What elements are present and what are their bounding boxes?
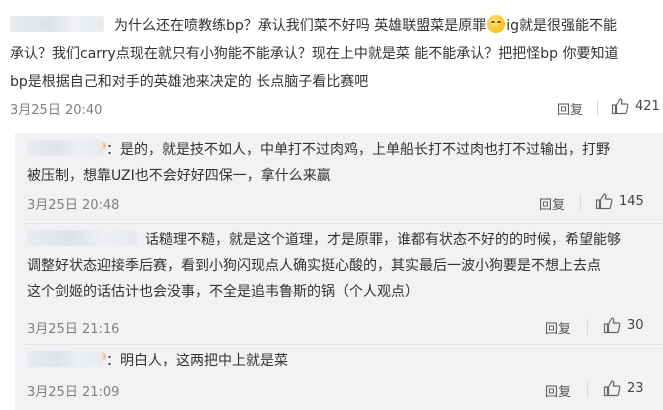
thumbs-up-icon bbox=[603, 380, 621, 397]
reply-line2: 调整好状态迎接季后赛，看到小狗闪现点人确实挺心酸的，其实最后一波小狗要是不想上去… bbox=[27, 258, 601, 274]
replies-section: ：是的，就是技不如人，中单打不过肉鸡，上单船长打不过肉也打不过输出，打野 被压制… bbox=[15, 133, 663, 410]
main-comment: 为什么还在喷教练bp？承认我们菜不好吗 英雄联盟菜是原罪 ig就是很强能不能 承认… bbox=[0, 0, 663, 126]
main-text-line1b: ig就是很强能不能 bbox=[506, 18, 618, 34]
reply-button[interactable]: 回复 bbox=[545, 318, 571, 337]
divider bbox=[580, 195, 581, 211]
main-text-line3: bp是根据自己和对手的英雄池来决定的 长点脑子看比赛吧 bbox=[10, 74, 369, 90]
reply-meta-row: 3月25日 21:09 回复 23 bbox=[15, 378, 663, 402]
comment-date: 3月25日 20:40 bbox=[10, 103, 103, 118]
thumbs-up-icon bbox=[595, 193, 613, 210]
main-text-line1: 为什么还在喷教练bp？承认我们菜不好吗 英雄联盟菜是原罪 bbox=[114, 18, 487, 34]
blurred-username[interactable] bbox=[27, 351, 103, 367]
thumbs-up-icon bbox=[603, 317, 621, 334]
smile-emoji-icon bbox=[487, 15, 506, 33]
main-comment-text: 为什么还在喷教练bp？承认我们菜不好吗 英雄联盟菜是原罪 ig就是很强能不能 承认… bbox=[10, 12, 658, 96]
reply-text: ：明白人，这两把中上就是菜 bbox=[27, 348, 657, 374]
reply-line3: 这个剑姬的话估计也会没事，不全是追韦鲁斯的锅（个人观点） bbox=[27, 284, 419, 300]
reply-text: ：是的，就是技不如人，中单打不过肉鸡，上单船长打不过肉也打不过输出，打野 被压制… bbox=[27, 137, 657, 189]
like-count: 30 bbox=[627, 317, 644, 333]
reply-meta-row: 3月25日 20:48 回复 145 bbox=[15, 191, 663, 215]
like-button[interactable]: 145 bbox=[595, 192, 644, 210]
blurred-username[interactable] bbox=[10, 16, 104, 32]
thumbs-up-icon bbox=[611, 98, 629, 115]
like-button[interactable]: 30 bbox=[603, 316, 644, 334]
main-meta-row: 3月25日 20:40 回复 421 bbox=[0, 96, 663, 120]
reply-divider bbox=[25, 223, 663, 224]
reply-button[interactable]: 回复 bbox=[539, 194, 565, 213]
reply-line2: 被压制，想靠UZI也不会好好四保一，拿什么来赢 bbox=[27, 168, 331, 184]
reply-meta-row: 3月25日 21:16 回复 30 bbox=[15, 315, 663, 339]
reply-text: 话糙理不糙，就是这个道理，才是原罪，谁都有状态不好的的时候，希望能够 调整好状态… bbox=[27, 227, 657, 305]
like-button[interactable]: 421 bbox=[611, 97, 660, 115]
reply-line1: 话糙理不糙，就是这个道理，才是原罪，谁都有状态不好的的时候，希望能够 bbox=[145, 232, 621, 248]
like-count: 23 bbox=[627, 380, 644, 396]
blurred-username[interactable] bbox=[27, 230, 137, 246]
like-button[interactable]: 23 bbox=[603, 379, 644, 397]
reply-line1: ：是的，就是技不如人，中单打不过肉鸡，上单船长打不过肉也打不过输出，打野 bbox=[106, 142, 610, 158]
reply-date: 3月25日 21:09 bbox=[27, 385, 120, 400]
like-count: 421 bbox=[635, 98, 660, 114]
divider bbox=[587, 382, 588, 398]
blurred-username[interactable] bbox=[27, 140, 103, 156]
reply-divider bbox=[25, 344, 663, 345]
reply-button[interactable]: 回复 bbox=[557, 99, 583, 118]
reply-date: 3月25日 21:16 bbox=[27, 322, 120, 337]
divider bbox=[587, 319, 588, 335]
reply-date: 3月25日 20:48 bbox=[27, 198, 120, 213]
main-text-line2: 承认？我们carry点现在就只有小狗能不能承认？现在上中就是菜 能不能承认？把把… bbox=[10, 46, 619, 62]
reply-button[interactable]: 回复 bbox=[545, 381, 571, 400]
divider bbox=[597, 100, 598, 116]
reply-line1: ：明白人，这两把中上就是菜 bbox=[106, 353, 288, 369]
like-count: 145 bbox=[619, 193, 644, 209]
